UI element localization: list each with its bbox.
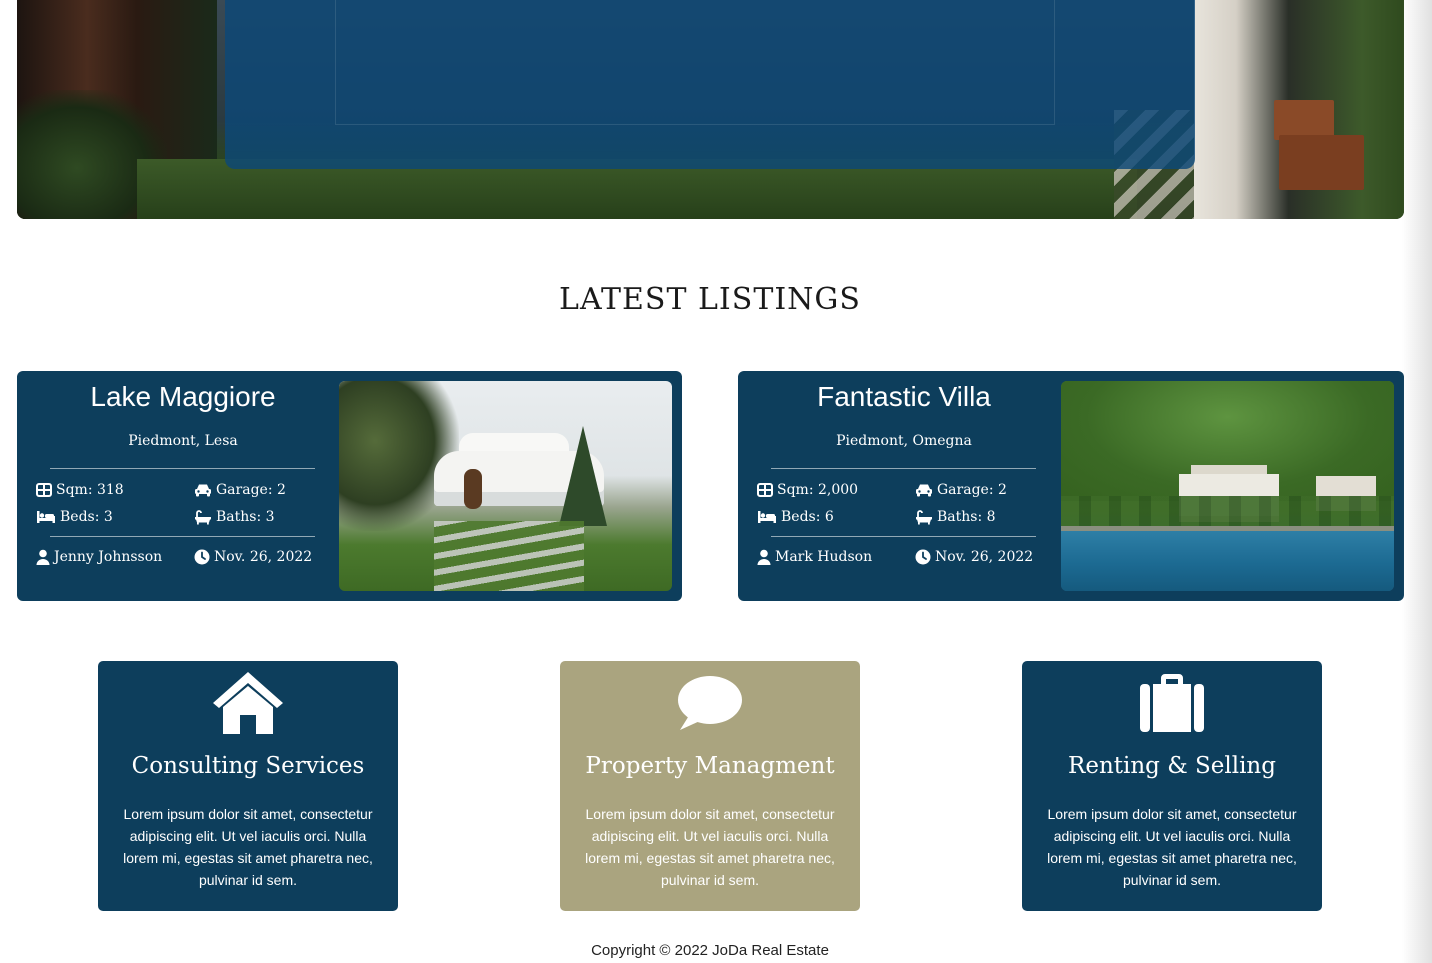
comment-icon [560, 669, 860, 737]
listing-baths-text: Baths: 8 [937, 509, 996, 525]
service-description: Lorem ipsum dolor sit amet, consectetur … [123, 806, 373, 888]
footer-copyright: Copyright © 2022 JoDa Real Estate [591, 942, 829, 959]
car-icon [195, 484, 211, 497]
listing-card[interactable]: Fantastic Villa Piedmont, Omegna Sqm: 2,… [738, 371, 1404, 601]
listing-sqm-text: Sqm: 2,000 [777, 482, 859, 498]
service-card-consulting: Consulting Services Lorem ipsum dolor si… [98, 661, 398, 911]
listing-garage: Garage: 2 [915, 482, 1007, 498]
listing-sqm: Sqm: 2,000 [757, 482, 858, 498]
hero-overlay [225, 0, 1195, 169]
bath-icon [195, 509, 211, 524]
listing-agent: Mark Hudson [757, 549, 872, 565]
listing-location: Piedmont, Omegna [836, 433, 972, 449]
service-title: Renting & Selling [1068, 753, 1276, 779]
divider [50, 536, 315, 537]
divider [50, 468, 315, 469]
listing-baths-text: Baths: 3 [216, 509, 275, 525]
listing-agent-name: Jenny Johnsson [54, 549, 163, 565]
section-title: LATEST LISTINGS [559, 282, 861, 317]
listing-date: Nov. 26, 2022 [194, 549, 312, 565]
listing-card[interactable]: Lake Maggiore Piedmont, Lesa Sqm: 318 Ga… [17, 371, 682, 601]
listing-agent-name: Mark Hudson [775, 549, 873, 565]
listing-beds-text: Beds: 6 [781, 509, 834, 525]
table-icon [757, 483, 773, 497]
service-description: Lorem ipsum dolor sit amet, consectetur … [1047, 806, 1297, 888]
clock-icon [194, 549, 210, 565]
listing-beds: Beds: 6 [757, 509, 834, 525]
photo-pine [559, 426, 607, 526]
service-card-property: Property Managment Lorem ipsum dolor sit… [560, 661, 860, 911]
hero-overlay-frame [335, 0, 1055, 125]
listing-beds: Beds: 3 [36, 509, 113, 525]
service-description: Lorem ipsum dolor sit amet, consectetur … [585, 806, 835, 888]
suitcase-icon [1022, 669, 1322, 737]
listing-sqm-text: Sqm: 318 [56, 482, 124, 498]
photo-statue [464, 469, 482, 509]
listing-photo[interactable] [339, 381, 672, 591]
divider [771, 468, 1036, 469]
listing-photo[interactable] [1061, 381, 1394, 591]
listing-date-text: Nov. 26, 2022 [935, 549, 1034, 565]
bath-icon [916, 509, 932, 524]
listing-baths: Baths: 3 [194, 509, 275, 525]
home-icon [98, 669, 398, 737]
user-icon [36, 549, 50, 565]
service-card-renting: Renting & Selling Lorem ipsum dolor sit … [1022, 661, 1322, 911]
listing-baths: Baths: 8 [915, 509, 996, 525]
bed-icon [37, 511, 55, 523]
listing-title[interactable]: Lake Maggiore [17, 381, 349, 413]
car-icon [916, 484, 932, 497]
service-title: Consulting Services [131, 753, 365, 779]
user-icon [757, 549, 771, 565]
hero-planter [1279, 135, 1364, 190]
service-title: Property Managment [585, 753, 835, 779]
photo-steps [434, 521, 584, 591]
table-icon [36, 483, 52, 497]
listing-sqm: Sqm: 318 [36, 482, 124, 498]
listing-title[interactable]: Fantastic Villa [738, 381, 1070, 413]
edge-shadow [1402, 0, 1432, 963]
bed-icon [758, 511, 776, 523]
hero-banner [17, 0, 1404, 219]
divider [771, 536, 1036, 537]
listing-location: Piedmont, Lesa [128, 433, 238, 449]
photo-tree [339, 381, 459, 531]
listing-agent: Jenny Johnsson [36, 549, 162, 565]
photo-lake [1061, 531, 1394, 591]
listing-beds-text: Beds: 3 [60, 509, 113, 525]
listing-garage-text: Garage: 2 [937, 482, 1007, 498]
listing-garage: Garage: 2 [194, 482, 286, 498]
listing-date-text: Nov. 26, 2022 [214, 549, 313, 565]
listing-garage-text: Garage: 2 [216, 482, 286, 498]
listing-date: Nov. 26, 2022 [915, 549, 1033, 565]
clock-icon [915, 549, 931, 565]
hero-planter [1274, 100, 1334, 140]
